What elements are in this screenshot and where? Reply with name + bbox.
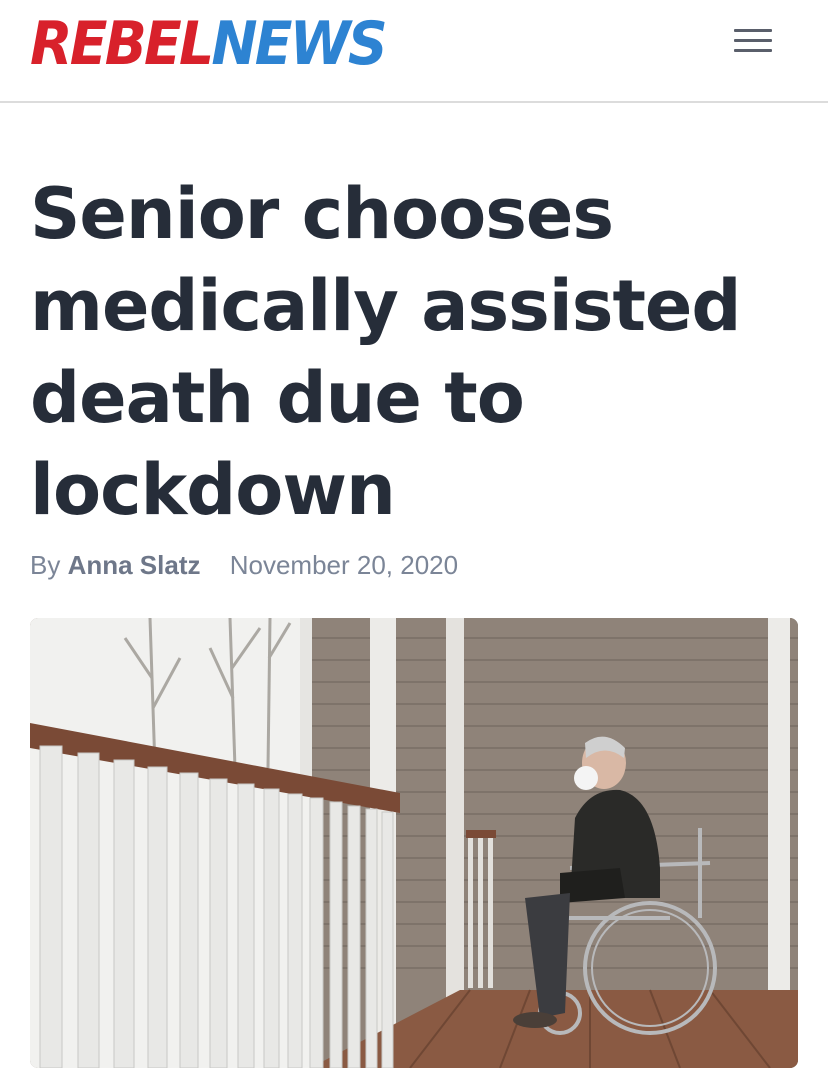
porch-photo-illustration: [30, 618, 798, 1068]
site-logo[interactable]: REBELNEWS: [30, 9, 388, 79]
menu-line: [734, 49, 772, 52]
article-headline: Senior chooses medically assisted death …: [30, 173, 742, 531]
menu-line: [734, 39, 772, 42]
publish-date: November 20, 2020: [229, 550, 459, 580]
logo-news: NEWS: [211, 9, 387, 79]
author-link[interactable]: Anna Slatz: [68, 550, 201, 580]
byline-prefix: By: [30, 550, 61, 580]
hamburger-menu-icon[interactable]: [734, 27, 772, 55]
article-byline: By Anna Slatz November 20, 2020: [30, 548, 458, 582]
logo-rebel: REBEL: [30, 9, 214, 79]
site-header: REBELNEWS: [0, 0, 828, 103]
article-hero-image: [30, 618, 798, 1068]
menu-line: [734, 29, 772, 32]
